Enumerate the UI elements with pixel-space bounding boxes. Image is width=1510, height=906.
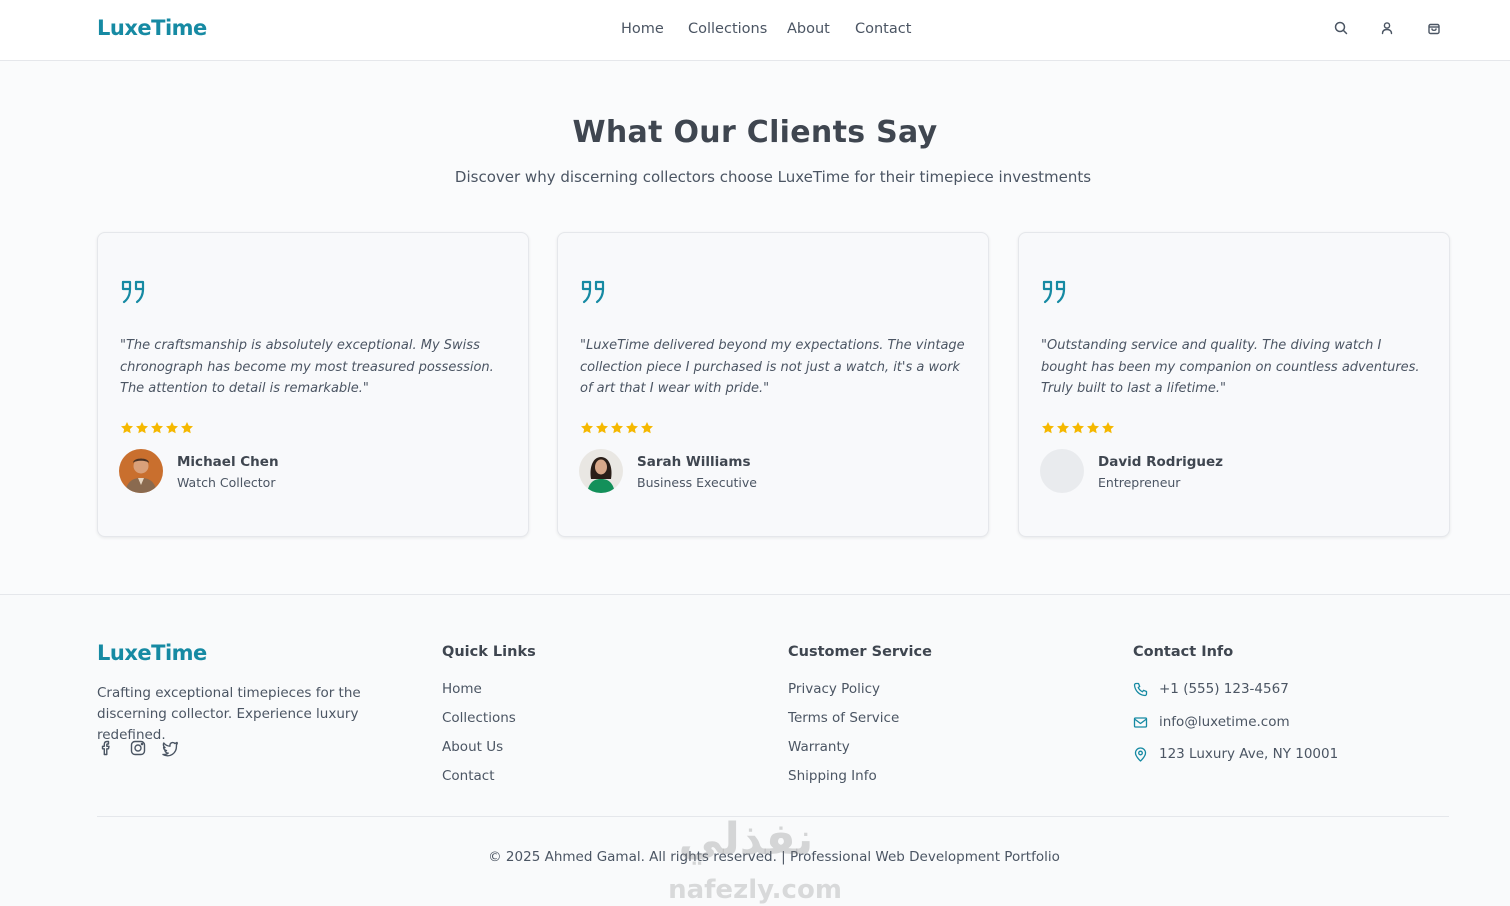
testimonial-card: "LuxeTime delivered beyond my expectatio… <box>557 232 989 537</box>
quote-icon <box>1041 279 1069 305</box>
star-icon <box>1057 422 1069 434</box>
contact-address: 123 Luxury Ave, NY 10001 <box>1159 746 1339 762</box>
nav-collections-link[interactable]: Collections <box>688 21 767 37</box>
nav-contact-link[interactable]: Contact <box>855 21 911 37</box>
map-pin-icon <box>1133 747 1148 762</box>
search-icon[interactable] <box>1333 20 1349 36</box>
star-icon <box>136 422 148 434</box>
author-role: Business Executive <box>637 475 757 490</box>
testimonials-section: What Our Clients Say Discover why discer… <box>0 61 1510 594</box>
contact-info-heading: Contact Info <box>1133 644 1234 660</box>
quote-icon <box>580 279 608 305</box>
author-name: Sarah Williams <box>637 454 751 470</box>
phone-icon <box>1133 682 1148 697</box>
author-role: Entrepreneur <box>1098 475 1181 490</box>
instagram-icon[interactable] <box>129 739 147 757</box>
testimonial-quote: "Outstanding service and quality. The di… <box>1041 338 1420 396</box>
avatar <box>579 449 623 493</box>
testimonial-quote: "LuxeTime delivered beyond my expectatio… <box>580 338 965 396</box>
site-header: LuxeTime Home Collections About Contact <box>0 0 1510 61</box>
footer-description: Crafting exceptional timepieces for the … <box>97 685 361 743</box>
star-icon <box>581 422 593 434</box>
twitter-icon[interactable] <box>161 739 179 757</box>
star-icon <box>1042 422 1054 434</box>
footer-link-about-us[interactable]: About Us <box>442 739 503 755</box>
footer-link-privacy-policy[interactable]: Privacy Policy <box>788 681 880 697</box>
star-icon <box>181 422 193 434</box>
contact-email[interactable]: info@luxetime.com <box>1159 714 1290 730</box>
star-rating <box>580 421 654 435</box>
main-nav: Home Collections About Contact <box>0 21 1510 41</box>
star-icon <box>1072 422 1084 434</box>
star-rating <box>120 421 194 435</box>
testimonial-card: "The craftsmanship is absolutely excepti… <box>97 232 529 537</box>
quick-links-heading: Quick Links <box>442 644 536 660</box>
mail-icon <box>1133 715 1148 730</box>
contact-phone[interactable]: +1 (555) 123-4567 <box>1159 681 1289 697</box>
author-name: Michael Chen <box>177 454 279 470</box>
footer-link-collections[interactable]: Collections <box>442 710 516 726</box>
star-icon <box>626 422 638 434</box>
star-icon <box>151 422 163 434</box>
star-icon <box>611 422 623 434</box>
footer-link-shipping-info[interactable]: Shipping Info <box>788 768 877 784</box>
testimonial-card: "Outstanding service and quality. The di… <box>1018 232 1450 537</box>
quote-icon <box>120 279 148 305</box>
testimonial-quote: "The craftsmanship is absolutely excepti… <box>120 338 494 396</box>
section-title: What Our Clients Say <box>572 115 938 150</box>
footer-link-contact[interactable]: Contact <box>442 768 495 784</box>
footer-divider <box>97 816 1449 817</box>
copyright-text: © 2025 Ahmed Gamal. All rights reserved.… <box>488 849 1060 865</box>
star-icon <box>596 422 608 434</box>
user-icon[interactable] <box>1379 20 1395 36</box>
star-icon <box>1102 422 1114 434</box>
star-rating <box>1041 421 1115 435</box>
nav-about-link[interactable]: About <box>787 21 830 37</box>
avatar <box>119 449 163 493</box>
author-name: David Rodriguez <box>1098 454 1224 470</box>
footer-link-warranty[interactable]: Warranty <box>788 739 850 755</box>
section-subtitle: Discover why discerning collectors choos… <box>454 168 1092 186</box>
facebook-icon[interactable] <box>97 739 115 757</box>
footer-link-terms-of-service[interactable]: Terms of Service <box>788 710 899 726</box>
star-icon <box>1087 422 1099 434</box>
shopping-bag-icon[interactable] <box>1426 20 1442 36</box>
author-role: Watch Collector <box>177 475 276 490</box>
footer-brand-logo[interactable]: LuxeTime <box>97 641 207 665</box>
star-icon <box>121 422 133 434</box>
customer-service-heading: Customer Service <box>788 644 932 660</box>
nav-home-link[interactable]: Home <box>621 21 664 37</box>
avatar-placeholder <box>1040 449 1084 493</box>
star-icon <box>166 422 178 434</box>
star-icon <box>641 422 653 434</box>
site-footer: LuxeTime Crafting exceptional timepieces… <box>0 594 1510 906</box>
footer-link-home[interactable]: Home <box>442 681 482 697</box>
